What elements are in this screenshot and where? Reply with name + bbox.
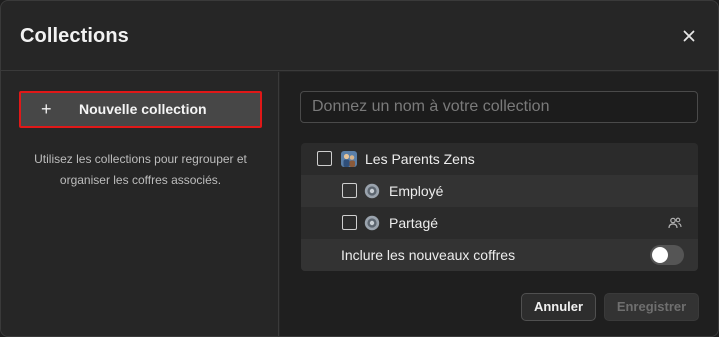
include-new-vaults-row: Inclure les nouveaux coffres <box>301 239 698 271</box>
new-collection-button[interactable]: + Nouvelle collection <box>19 91 262 128</box>
organization-checkbox[interactable] <box>317 151 332 166</box>
dialog-title: Collections <box>20 25 129 47</box>
organization-label: Les Parents Zens <box>365 151 475 167</box>
vault-row-partage: Partagé <box>301 207 698 239</box>
vault-checkbox-partage[interactable] <box>342 215 357 230</box>
include-new-vaults-toggle[interactable] <box>650 245 684 265</box>
vault-checkbox-employe[interactable] <box>342 183 357 198</box>
dialog-header: Collections <box>1 1 718 71</box>
left-panel: + Nouvelle collection Utilisez les colle… <box>1 72 279 336</box>
vault-label-partage: Partagé <box>389 215 439 231</box>
vault-icon <box>364 183 380 199</box>
collection-name-input[interactable] <box>300 91 698 123</box>
include-new-vaults-label: Inclure les nouveaux coffres <box>341 247 516 263</box>
vault-label-employe: Employé <box>389 183 444 199</box>
vault-row-employe: Employé <box>301 175 698 207</box>
people-icon <box>668 217 682 229</box>
save-button[interactable]: Enregistrer <box>604 293 699 321</box>
cancel-button[interactable]: Annuler <box>521 293 596 321</box>
close-icon <box>683 30 695 42</box>
vault-icon <box>364 215 380 231</box>
organization-row: Les Parents Zens <box>301 143 698 175</box>
close-button[interactable] <box>680 27 698 45</box>
help-text: Utilisez les collections pour regrouper … <box>34 152 247 187</box>
new-collection-label: Nouvelle collection <box>79 101 207 117</box>
right-panel: Les Parents Zens Employé <box>280 72 718 336</box>
organization-avatar-icon <box>341 151 357 167</box>
collections-dialog: Collections + Nouvelle collection Utilis… <box>0 0 719 337</box>
toggle-knob <box>652 247 668 263</box>
vault-list: Les Parents Zens Employé Partagé Inclure… <box>301 143 698 271</box>
plus-icon: + <box>41 99 52 119</box>
